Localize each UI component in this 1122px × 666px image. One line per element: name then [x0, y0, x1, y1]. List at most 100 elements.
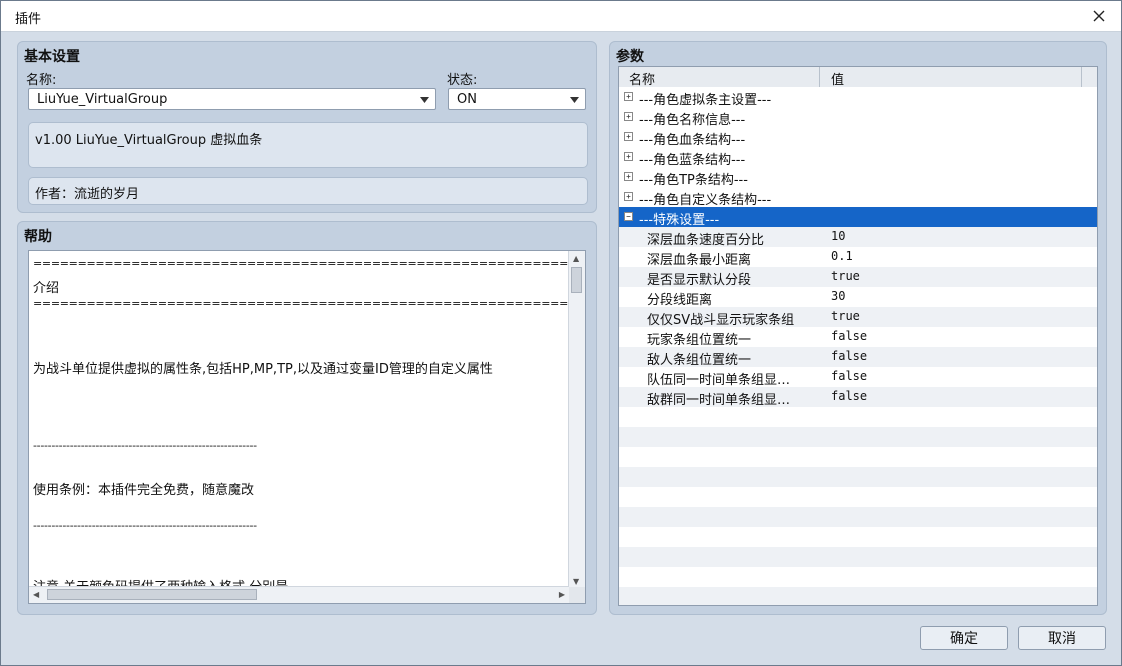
- name-select-value: LiuYue_VirtualGroup: [37, 92, 168, 107]
- param-row[interactable]: 深层血条最小距离 0.1: [619, 247, 1097, 268]
- help-title: 帮助: [24, 229, 52, 245]
- param-value: false: [831, 329, 868, 343]
- param-name: 深层血条速度百分比: [647, 233, 765, 248]
- name-label: 名称:: [26, 73, 57, 88]
- empty-row: [619, 547, 1097, 567]
- chevron-down-icon: [570, 97, 579, 103]
- scroll-corner: [569, 587, 585, 603]
- empty-row: [619, 567, 1097, 587]
- horizontal-scroll-thumb[interactable]: [47, 589, 257, 600]
- param-name: 敌群同一时间单条组显…: [647, 393, 791, 408]
- param-group-row[interactable]: ---角色自定义条结构---: [619, 187, 1097, 208]
- param-group-row[interactable]: ---角色蓝条结构---: [619, 147, 1097, 168]
- group-label: ---角色自定义条结构---: [639, 193, 772, 208]
- expand-icon[interactable]: [624, 132, 633, 141]
- status-select-value: ON: [457, 92, 477, 107]
- param-value: false: [831, 349, 868, 363]
- column-header-value[interactable]: 值: [831, 69, 844, 88]
- group-label: ---角色名称信息---: [639, 113, 746, 128]
- collapse-icon[interactable]: [624, 212, 633, 221]
- scroll-down-icon[interactable]: ▼: [573, 577, 579, 586]
- param-value: true: [831, 269, 860, 283]
- status-label: 状态:: [447, 73, 478, 88]
- param-group-row[interactable]: ---角色虚拟条主设置---: [619, 87, 1097, 108]
- name-select[interactable]: LiuYue_VirtualGroup: [28, 88, 436, 110]
- help-panel: 帮助 =====================================…: [17, 221, 597, 615]
- empty-row: [619, 487, 1097, 507]
- vertical-scroll-thumb[interactable]: [571, 267, 582, 293]
- parameters-title: 参数: [616, 49, 644, 65]
- help-line: 介绍: [33, 281, 60, 296]
- empty-row: [619, 467, 1097, 487]
- param-name: 分段线距离: [647, 293, 713, 308]
- empty-row: [619, 407, 1097, 427]
- param-row[interactable]: 敌人条组位置统一 false: [619, 347, 1097, 368]
- param-row[interactable]: 分段线距离 30: [619, 287, 1097, 308]
- empty-row: [619, 447, 1097, 467]
- param-row[interactable]: 玩家条组位置统一 false: [619, 327, 1097, 348]
- param-group-row-selected[interactable]: ---特殊设置---: [619, 207, 1097, 228]
- param-row[interactable]: 仅仅SV战斗显示玩家条组 true: [619, 307, 1097, 328]
- cancel-button[interactable]: 取消: [1018, 626, 1106, 650]
- scroll-right-icon[interactable]: ▶: [559, 590, 565, 599]
- param-group-row[interactable]: ---角色血条结构---: [619, 127, 1097, 148]
- param-row[interactable]: 是否显示默认分段 true: [619, 267, 1097, 288]
- table-header: 名称 值: [619, 67, 1097, 88]
- column-divider[interactable]: [819, 67, 820, 87]
- expand-icon[interactable]: [624, 172, 633, 181]
- param-value: 10: [831, 229, 846, 243]
- column-header-name[interactable]: 名称: [629, 69, 655, 88]
- basic-settings-panel: 基本设置 名称: LiuYue_VirtualGroup 状态: ON v1.0…: [17, 41, 597, 213]
- help-content: ========================================…: [29, 251, 569, 587]
- expand-icon[interactable]: [624, 152, 633, 161]
- ok-button[interactable]: 确定: [920, 626, 1008, 650]
- basic-settings-title: 基本设置: [24, 49, 80, 65]
- param-name: 队伍同一时间单条组显…: [647, 373, 791, 388]
- param-group-row[interactable]: ---角色TP条结构---: [619, 167, 1097, 188]
- empty-row: [619, 427, 1097, 447]
- window-title: 插件: [15, 12, 42, 27]
- chevron-down-icon: [420, 97, 429, 103]
- title-bar: 插件: [1, 1, 1121, 32]
- scroll-up-icon[interactable]: ▲: [573, 254, 579, 263]
- expand-icon[interactable]: [624, 112, 633, 121]
- expand-icon[interactable]: [624, 92, 633, 101]
- help-line: 使用条例：本插件完全免费，随意魔改: [33, 483, 255, 498]
- param-name: 是否显示默认分段: [647, 273, 752, 288]
- param-row[interactable]: 深层血条速度百分比 10: [619, 227, 1097, 248]
- author-box: 作者：流逝的岁月: [28, 177, 588, 205]
- help-horizontal-scrollbar[interactable]: ◀ ▶: [29, 586, 569, 603]
- empty-row: [619, 587, 1097, 605]
- param-value: true: [831, 309, 860, 323]
- help-line: ========================================…: [33, 257, 569, 270]
- description-text: v1.00 LiuYue_VirtualGroup 虚拟血条: [35, 133, 263, 148]
- param-group-row[interactable]: ---角色名称信息---: [619, 107, 1097, 128]
- description-box: v1.00 LiuYue_VirtualGroup 虚拟血条: [28, 122, 588, 168]
- parameters-table: 名称 值 ---角色虚拟条主设置--- ---角色名称信息--- ---角色血条…: [618, 66, 1098, 606]
- param-name: 敌人条组位置统一: [647, 353, 752, 368]
- expand-icon[interactable]: [624, 192, 633, 201]
- help-line: 为战斗单位提供虚拟的属性条,包括HP,MP,TP,以及通过变量ID管理的自定义属…: [33, 362, 493, 377]
- param-value: 30: [831, 289, 846, 303]
- help-text-area[interactable]: ========================================…: [28, 250, 586, 604]
- param-value: false: [831, 369, 868, 383]
- close-icon: [1093, 10, 1105, 22]
- help-line: ----------------------------------------…: [33, 519, 257, 532]
- column-divider[interactable]: [1081, 67, 1082, 87]
- param-row[interactable]: 队伍同一时间单条组显… false: [619, 367, 1097, 388]
- group-label: ---特殊设置---: [639, 213, 720, 228]
- help-vertical-scrollbar[interactable]: ▲ ▼: [568, 251, 585, 589]
- group-label: ---角色虚拟条主设置---: [639, 93, 772, 108]
- author-text: 作者：流逝的岁月: [35, 187, 140, 202]
- param-value: false: [831, 389, 868, 403]
- status-select[interactable]: ON: [448, 88, 586, 110]
- help-line: ========================================…: [33, 297, 569, 310]
- param-row[interactable]: 敌群同一时间单条组显… false: [619, 387, 1097, 408]
- group-label: ---角色TP条结构---: [639, 173, 748, 188]
- empty-row: [619, 527, 1097, 547]
- scroll-left-icon[interactable]: ◀: [33, 590, 39, 599]
- plugin-dialog: 插件 基本设置 名称: LiuYue_VirtualGroup 状态: ON v…: [0, 0, 1122, 666]
- parameters-panel: 参数 名称 值 ---角色虚拟条主设置--- ---角色名称信息--- ---角…: [609, 41, 1107, 615]
- group-label: ---角色蓝条结构---: [639, 153, 746, 168]
- close-button[interactable]: [1085, 4, 1113, 28]
